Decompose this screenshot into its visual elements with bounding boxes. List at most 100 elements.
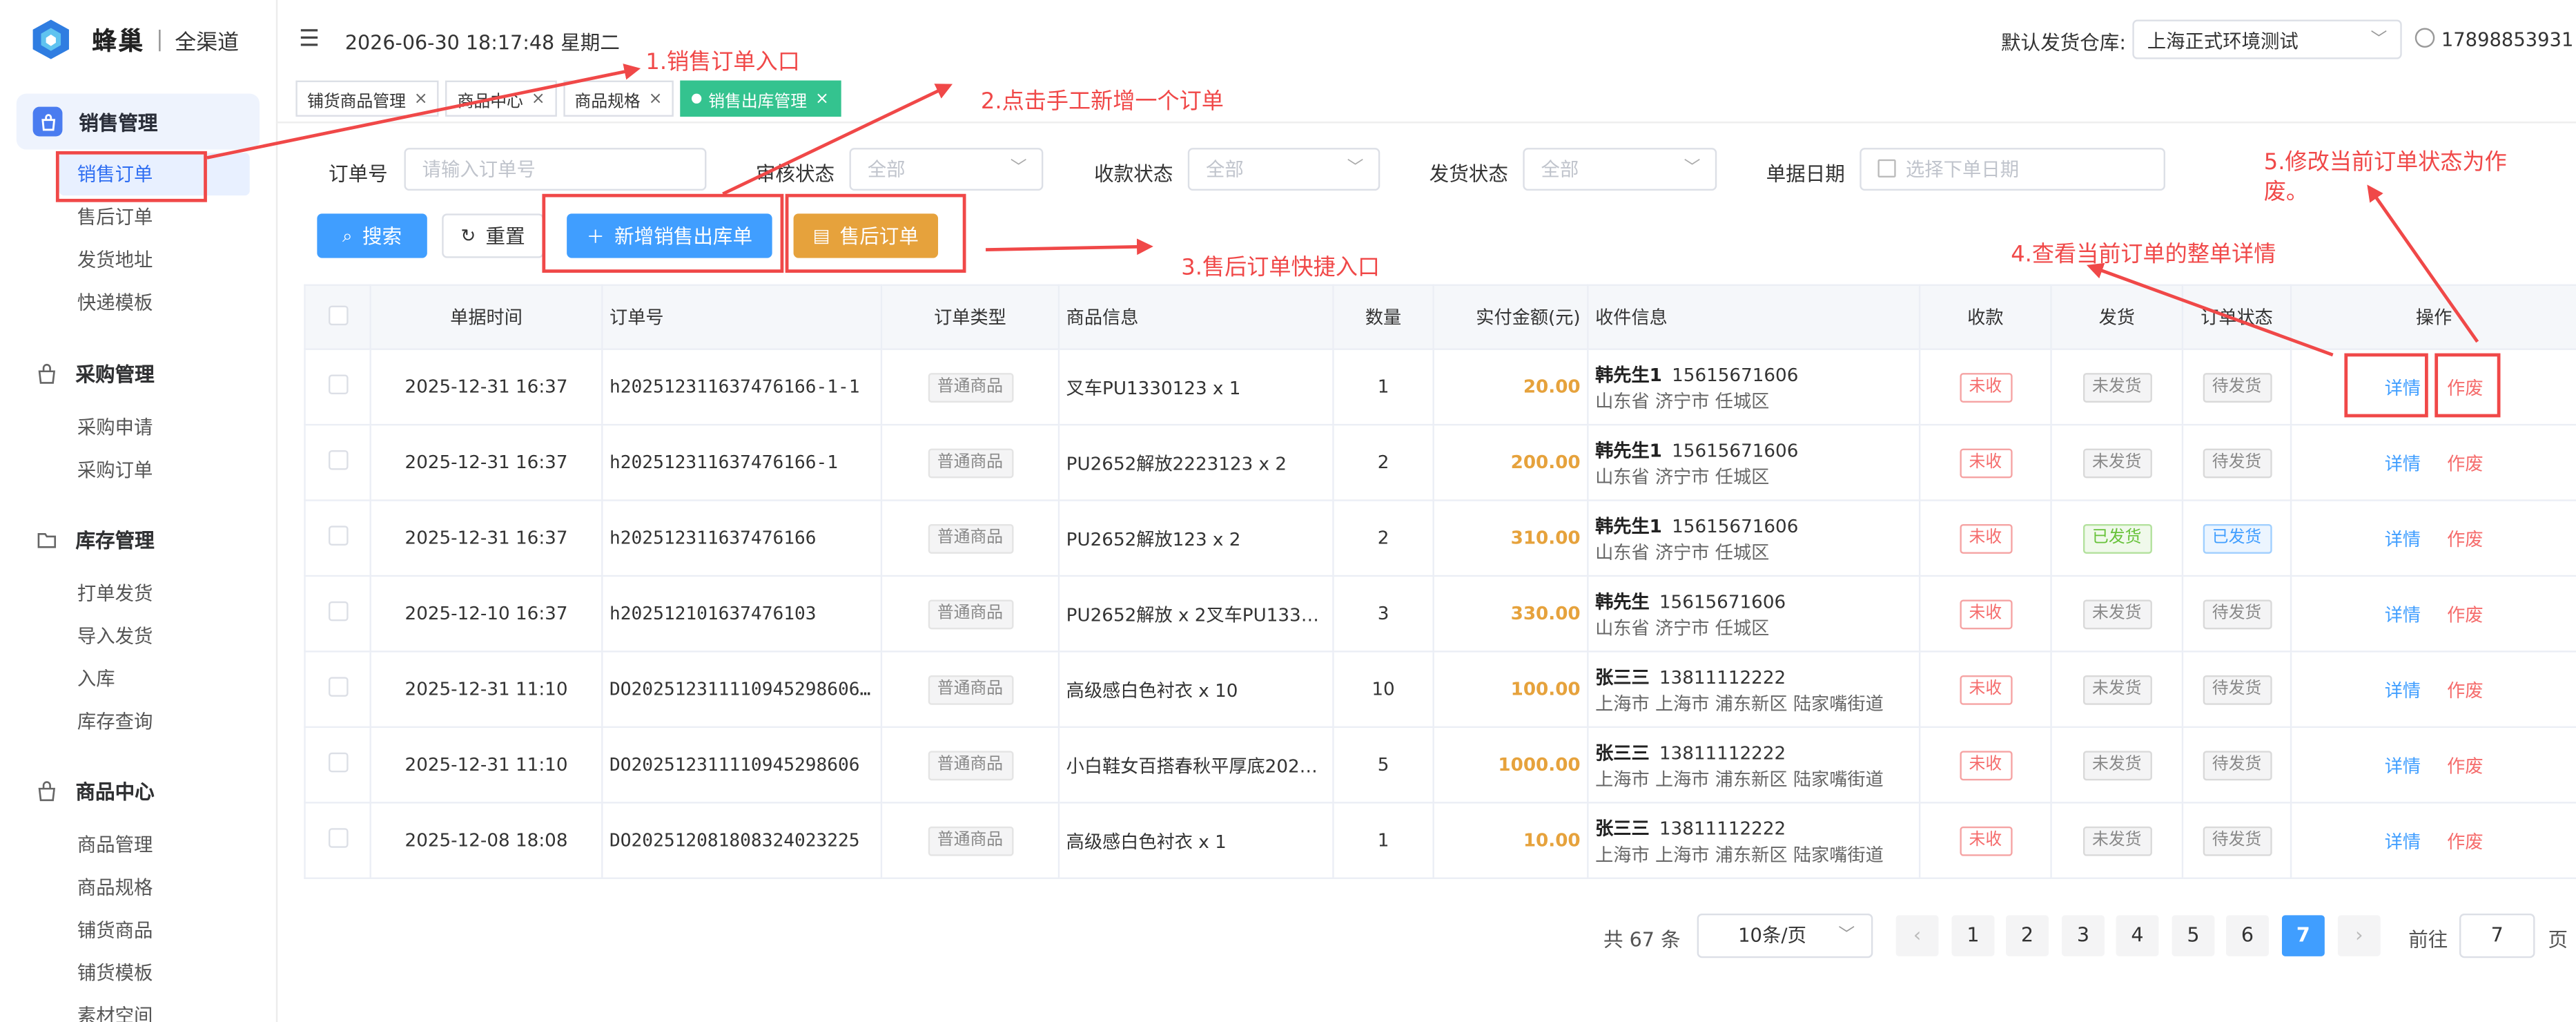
nav-head-purchase[interactable]: 采购管理 [0,345,276,401]
page-button[interactable]: 6 [2226,915,2269,956]
tab-product-center[interactable]: 商品中心 × [445,80,557,117]
sidebar-item-inbound[interactable]: 入库 [0,657,276,700]
recipient-name: 张三三 [1595,817,1650,839]
void-link[interactable]: 作废 [2447,453,2483,474]
select-all-checkbox[interactable] [304,284,371,350]
cell-amount: 310.00 [1432,499,1589,577]
column-header: 订单号 [601,284,883,350]
sales-bag-icon [32,106,63,137]
sidebar-item-distribution-template[interactable]: 铺货模板 [0,952,276,994]
void-link[interactable]: 作废 [2447,831,2483,852]
cell-status: 待发货 [2181,348,2292,426]
void-link[interactable]: 作废 [2447,528,2483,550]
page-button[interactable]: 1 [1951,915,1995,956]
column-header: 订单状态 [2181,284,2292,350]
row-checkbox[interactable] [304,423,371,501]
close-icon[interactable]: × [414,90,428,108]
detail-link[interactable]: 详情 [2385,679,2421,701]
cell-recipient: 张三三 13811112222 上海市 上海市 浦东新区 陆家嘴街道 [1587,802,1921,879]
detail-link[interactable]: 详情 [2385,831,2421,852]
sidebar-item-purchase-order[interactable]: 采购订单 [0,449,276,492]
page-button[interactable]: 5 [2172,915,2215,956]
nav-head-inventory[interactable]: 库存管理 [0,511,276,567]
row-checkbox[interactable] [304,726,371,804]
sidebar-item-purchase-request[interactable]: 采购申请 [0,406,276,449]
tab-distribution-goods-manage[interactable]: 铺货商品管理 × [295,80,440,117]
column-header: 发货 [2050,284,2184,350]
checkbox-icon [327,828,348,848]
user-menu[interactable]: 17898853931 [2414,28,2574,51]
cell-order-no: h202512101637476103 [601,575,883,653]
user-icon [2414,28,2435,48]
close-icon[interactable]: × [649,90,663,108]
row-checkbox[interactable] [304,650,371,729]
sidebar-item-distribution-goods[interactable]: 铺货商品 [0,909,276,952]
void-link[interactable]: 作废 [2447,755,2483,776]
page-unit-label: 页 [2548,928,2568,952]
detail-link[interactable]: 详情 [2385,453,2421,474]
row-checkbox[interactable] [304,575,371,653]
payment-status-badge: 未收 [1959,372,2012,402]
row-checkbox[interactable] [304,499,371,577]
order-date-placeholder: 选择下单日期 [1905,157,2020,181]
close-icon[interactable]: × [815,90,829,108]
row-checkbox[interactable] [304,348,371,426]
brand-logo[interactable]: 蜂巢 | 全渠道 [30,17,239,63]
prev-page-button[interactable]: ‹ [1895,915,1939,956]
annotation-box-void [2434,353,2501,418]
next-page-button[interactable]: › [2337,915,2381,956]
void-link[interactable]: 作废 [2447,604,2483,625]
detail-link[interactable]: 详情 [2385,755,2421,776]
row-checkbox[interactable] [304,802,371,879]
sidebar-item-import-ship[interactable]: 导入发货 [0,615,276,657]
reset-button[interactable]: ↻ 重置 [442,213,544,258]
audit-status-select[interactable]: 全部 ﹀ [849,148,1044,191]
pagination-total: 共 67 条 [1603,928,1681,952]
shipping-status-badge: 未发货 [2082,750,2151,780]
payment-status-badge: 未收 [1959,750,2012,780]
close-icon[interactable]: × [531,90,545,108]
page-size-select[interactable]: 10条/页 ﹀ [1697,913,1873,958]
page-button-current[interactable]: 7 [2281,915,2325,956]
user-phone: 17898853931 [2441,28,2574,51]
payment-status-select[interactable]: 全部 ﹀ [1187,148,1380,191]
sidebar-item-stock-query[interactable]: 库存查询 [0,700,276,743]
annotation-box-detail [2344,353,2428,418]
order-status-badge: 待发货 [2202,750,2272,780]
chevron-down-icon: ﹀ [1684,159,1701,177]
goto-page-input[interactable]: 7 [2459,913,2535,958]
order-date-picker[interactable]: 选择下单日期 [1860,148,2165,191]
tab-product-spec[interactable]: 商品规格 × [563,80,674,117]
cell-type: 普通商品 [880,802,1060,879]
shipping-status-select[interactable]: 全部 ﹀ [1523,148,1717,191]
shipping-status-badge: 未发货 [2082,674,2151,704]
detail-link[interactable]: 详情 [2385,604,2421,625]
warehouse-select[interactable]: 上海正式环境测试 ﹀ [2132,19,2402,59]
sidebar-item-print-ship[interactable]: 打单发货 [0,572,276,615]
sidebar-item-material-space[interactable]: 素材空间 [0,994,276,1022]
void-link[interactable]: 作废 [2447,679,2483,701]
page-button[interactable]: 4 [2116,915,2159,956]
recipient-phone: 13811112222 [1659,742,1786,764]
sidebar-item-express-template[interactable]: 快递模板 [0,281,276,324]
amount-value: 200.00 [1510,452,1581,474]
sidebar-item-product-spec[interactable]: 商品规格 [0,866,276,909]
sidebar-item-product-manage[interactable]: 商品管理 [0,823,276,866]
nav-head-products[interactable]: 商品中心 [0,762,276,818]
detail-link[interactable]: 详情 [2385,528,2421,550]
nav-head-label: 商品中心 [75,780,155,803]
sidebar-item-shipping-address[interactable]: 发货地址 [0,238,276,281]
nav-head-sales[interactable]: 销售管理 [16,93,260,150]
search-button[interactable]: ⌕ 搜索 [317,213,427,258]
column-header: 订单类型 [880,284,1060,350]
tab-sales-outbound-manage[interactable]: 销售出库管理 × [680,80,841,117]
order-type-tag: 普通商品 [927,372,1013,402]
order-status-badge: 待发货 [2202,372,2272,402]
menu-collapse-icon[interactable]: ☰ [299,26,320,52]
order-no-placeholder: 请输入订单号 [422,157,536,181]
page-button[interactable]: 2 [2006,915,2049,956]
page-button[interactable]: 3 [2062,915,2105,956]
cell-payment: 未收 [1918,499,2052,577]
cell-shipping: 未发货 [2050,575,2184,653]
order-no-input[interactable]: 请输入订单号 [404,148,707,191]
